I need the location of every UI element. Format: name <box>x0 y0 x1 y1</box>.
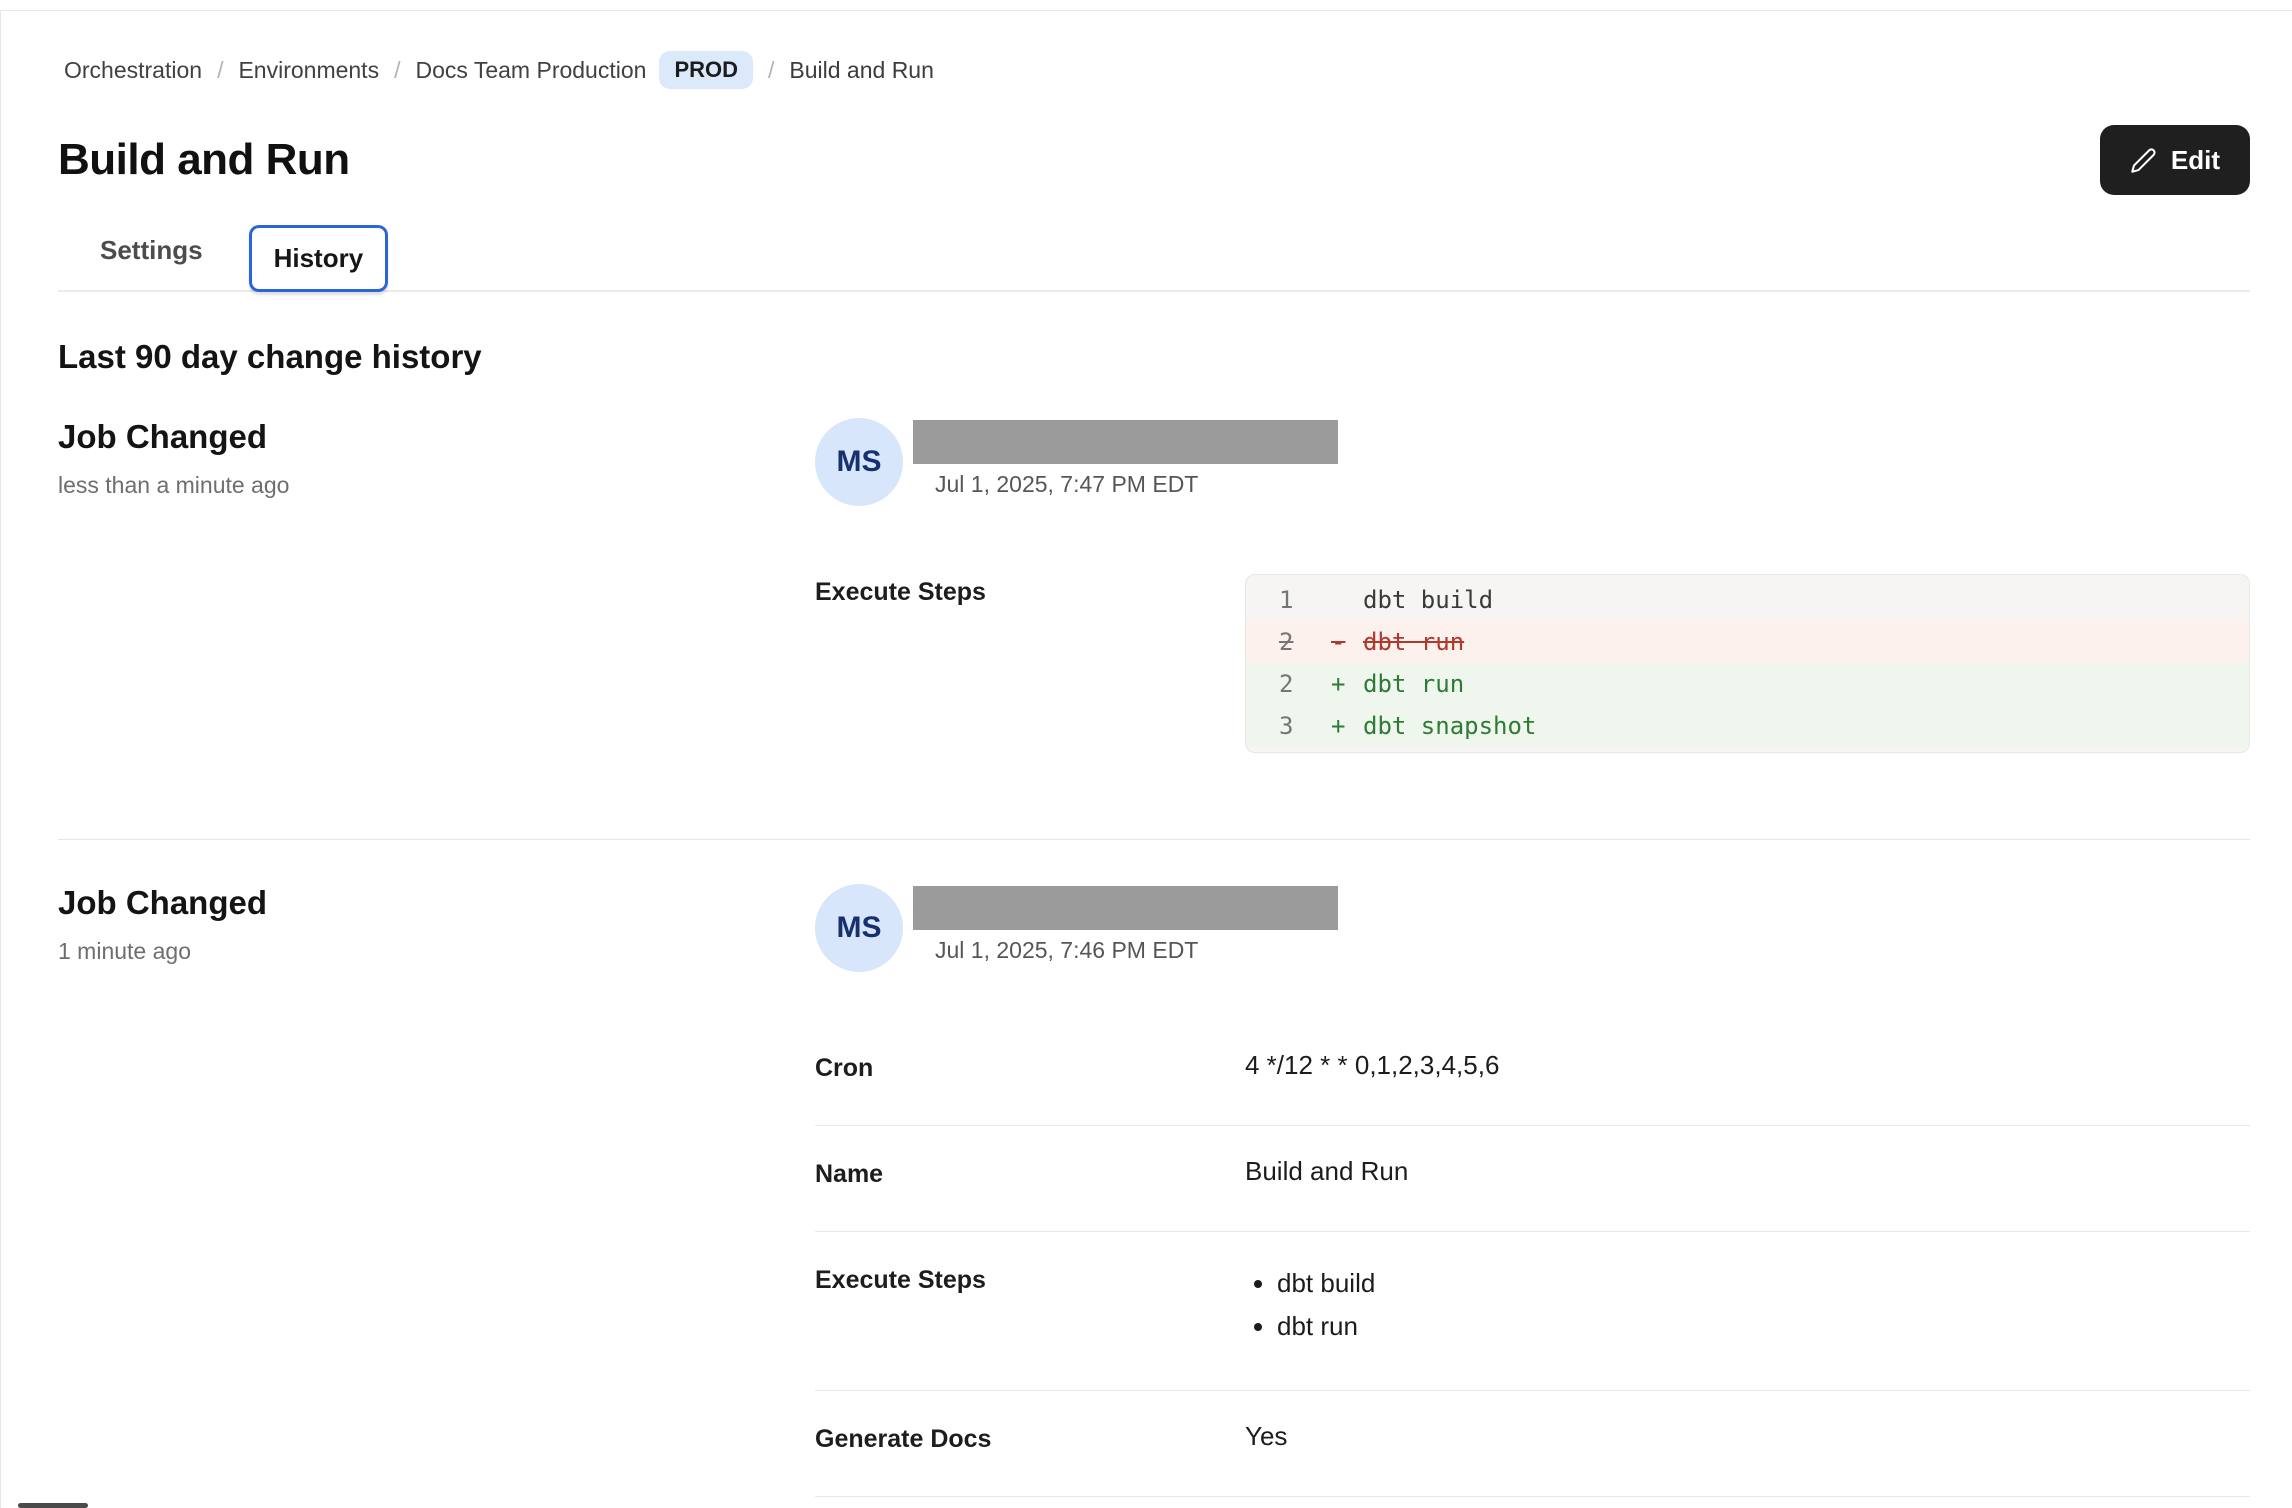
diff-line-number: 2 <box>1279 663 1331 705</box>
page-title: Build and Run <box>58 135 350 185</box>
execute-step-item: dbt build <box>1277 1262 2250 1305</box>
breadcrumb: Orchestration / Environments / Docs Team… <box>64 11 2250 89</box>
entry-fields: Execute Steps 1 dbt build 2-dbt run <box>815 568 2250 753</box>
tab-settings[interactable]: Settings <box>76 217 227 284</box>
avatar: MS <box>815 418 903 506</box>
entry-title: Job Changed <box>58 884 815 922</box>
entry-title: Job Changed <box>58 418 815 456</box>
diff-code: dbt snapshot <box>1363 705 1536 747</box>
prod-badge: PROD <box>659 51 753 89</box>
entry-summary: Job Changed 1 minute ago <box>58 884 815 1497</box>
history-entry: Job Changed less than a minute ago MS Ju… <box>58 418 2250 753</box>
entry-author: MS Jul 1, 2025, 7:47 PM EDT <box>815 418 2250 506</box>
page: Orchestration / Environments / Docs Team… <box>0 0 2292 1508</box>
author-meta: Jul 1, 2025, 7:46 PM EDT <box>913 884 1338 972</box>
field-label: Execute Steps <box>815 1262 1245 1348</box>
breadcrumb-separator: / <box>394 57 400 84</box>
breadcrumb-docs-team-production[interactable]: Docs Team Production <box>415 57 646 84</box>
breadcrumb-environments[interactable]: Environments <box>238 57 379 84</box>
entry-detail: MS Jul 1, 2025, 7:46 PM EDT Cron 4 */12 … <box>815 884 2250 1497</box>
field-label: Execute Steps <box>815 574 1245 753</box>
edit-button[interactable]: Edit <box>2100 125 2250 195</box>
breadcrumb-current: Build and Run <box>789 57 934 84</box>
field-label: Name <box>815 1156 1245 1189</box>
diff-line-context: 1 dbt build <box>1246 579 2249 621</box>
diff-line-number: 3 <box>1279 705 1331 747</box>
redacted-username-bar <box>913 420 1338 464</box>
diff-line-removed: 2-dbt run <box>1246 621 2249 663</box>
field-label: Generate Docs <box>815 1421 1245 1454</box>
field-row-execute-steps: Execute Steps 1 dbt build 2-dbt run <box>815 568 2250 753</box>
diff-code: dbt run <box>1363 663 1464 705</box>
field-label: Cron <box>815 1050 1245 1083</box>
breadcrumb-orchestration[interactable]: Orchestration <box>64 57 202 84</box>
diff-marker: - <box>1331 621 1363 663</box>
diff-line-added: 3+dbt snapshot <box>1246 705 2249 747</box>
diff-marker <box>1331 579 1363 621</box>
field-value: 4 */12 * * 0,1,2,3,4,5,6 <box>1245 1050 2250 1083</box>
diff-code: dbt build <box>1363 579 1493 621</box>
diff-marker: + <box>1331 663 1363 705</box>
entry-divider <box>58 839 2250 840</box>
execute-step-item: dbt run <box>1277 1305 2250 1348</box>
execute-steps-diff-block: 1 dbt build 2-dbt run 2+dbt run 3+dbt sna… <box>1245 574 2250 753</box>
field-row-name: Name Build and Run <box>815 1126 2250 1232</box>
content-card: Orchestration / Environments / Docs Team… <box>0 10 2292 1508</box>
edit-button-label: Edit <box>2171 145 2220 176</box>
diff-line-added: 2+dbt run <box>1246 663 2249 705</box>
entry-fields: Cron 4 */12 * * 0,1,2,3,4,5,6 Name Build… <box>815 1044 2250 1497</box>
diff-line-number: 2 <box>1279 621 1331 663</box>
page-header: Build and Run Edit <box>58 125 2250 195</box>
entry-author: MS Jul 1, 2025, 7:46 PM EDT <box>815 884 2250 972</box>
field-value: Build and Run <box>1245 1156 2250 1189</box>
diff-marker: + <box>1331 705 1363 747</box>
redacted-username-bar <box>913 886 1338 930</box>
field-value: 1 dbt build 2-dbt run 2+dbt run 3+dbt sna… <box>1245 574 2250 753</box>
author-meta: Jul 1, 2025, 7:47 PM EDT <box>913 418 1338 506</box>
field-value: Yes <box>1245 1421 2250 1454</box>
breadcrumb-separator: / <box>768 57 774 84</box>
avatar: MS <box>815 884 903 972</box>
tab-history[interactable]: History <box>249 225 389 292</box>
scrollbar-fragment[interactable] <box>18 1503 88 1508</box>
execute-steps-list: dbt build dbt run <box>1247 1262 2250 1348</box>
entry-summary: Job Changed less than a minute ago <box>58 418 815 753</box>
field-row-execute-steps: Execute Steps dbt build dbt run <box>815 1232 2250 1391</box>
entry-timestamp: Jul 1, 2025, 7:46 PM EDT <box>913 937 1338 964</box>
entry-timestamp: Jul 1, 2025, 7:47 PM EDT <box>913 471 1338 498</box>
section-heading: Last 90 day change history <box>58 338 2250 376</box>
diff-line-number: 1 <box>1279 579 1331 621</box>
pencil-icon <box>2130 147 2157 174</box>
history-entry: Job Changed 1 minute ago MS Jul 1, 2025,… <box>58 884 2250 1497</box>
entry-relative-time: 1 minute ago <box>58 938 815 965</box>
field-row-generate-docs: Generate Docs Yes <box>815 1391 2250 1497</box>
tab-bar: Settings History <box>58 217 2250 292</box>
entry-detail: MS Jul 1, 2025, 7:47 PM EDT Execute Step… <box>815 418 2250 753</box>
entry-relative-time: less than a minute ago <box>58 472 815 499</box>
field-value: dbt build dbt run <box>1245 1262 2250 1348</box>
field-row-cron: Cron 4 */12 * * 0,1,2,3,4,5,6 <box>815 1044 2250 1126</box>
diff-code: dbt run <box>1363 621 1464 663</box>
breadcrumb-separator: / <box>217 57 223 84</box>
